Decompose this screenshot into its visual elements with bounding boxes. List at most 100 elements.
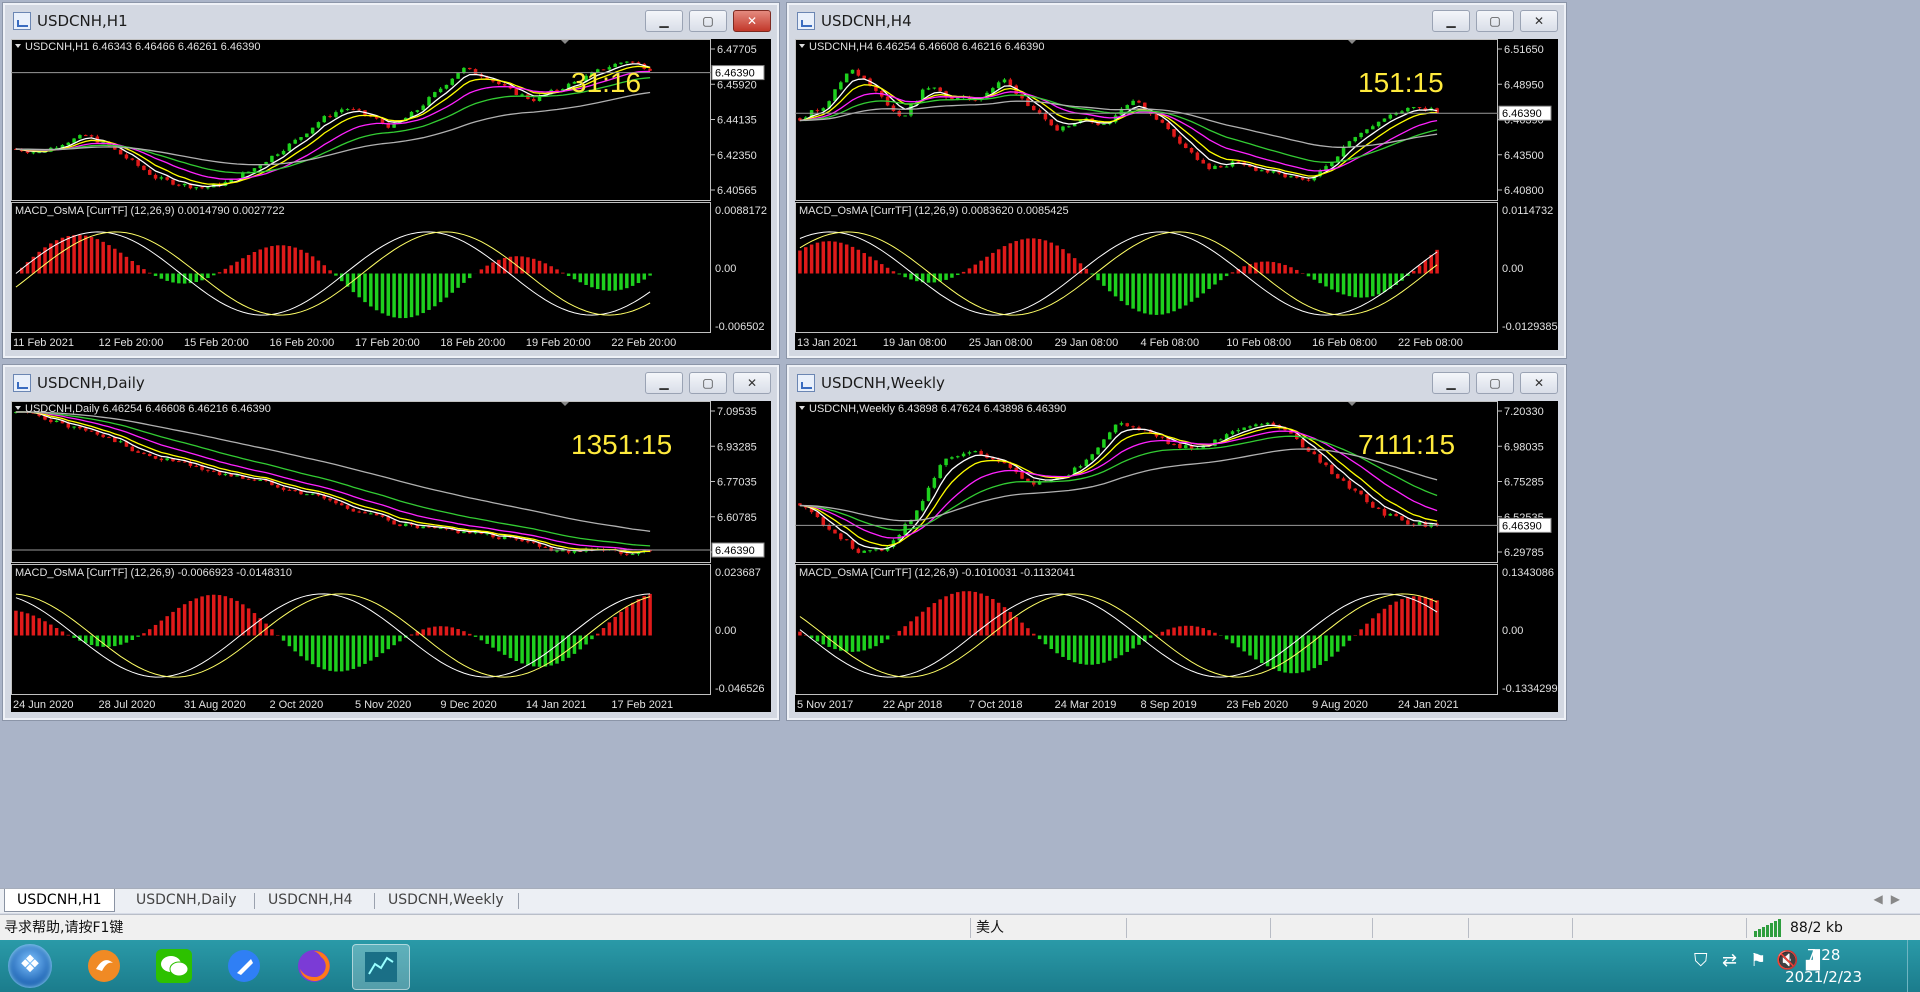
candle-body (1008, 79, 1013, 86)
status-divider (1572, 918, 1573, 938)
candle-body (1347, 480, 1352, 489)
candle-body (206, 469, 210, 471)
price-tick-label: 6.51650 (1504, 44, 1544, 56)
close-button[interactable]: ✕ (733, 372, 771, 394)
shield-icon[interactable]: ⛉ (1694, 950, 1708, 971)
status-bar: 寻求帮助,请按F1键 美人 88/2 kb (0, 914, 1920, 941)
window-titlebar[interactable]: USDCNH,H1 ▁ ▢ ✕ (5, 5, 777, 37)
candle-body (345, 505, 350, 509)
macd-label: MACD_OsMA [CurrTF] (12,26,9) 0.0014790 0… (15, 205, 285, 217)
price-tick-label: 7.20330 (1504, 406, 1544, 418)
status-divider (1746, 918, 1747, 938)
show-desktop-button[interactable] (1907, 940, 1920, 992)
connection-bars-icon (1754, 918, 1784, 938)
time-tick-label: 14 Jan 2021 (526, 699, 587, 711)
chart-area[interactable]: 7.20330 6.98035 6.75285 6.52535 6.29785 6.463… (795, 401, 1558, 712)
price-tick-label: 6.44135 (717, 115, 757, 127)
time-tick-label: 17 Feb 2021 (611, 699, 673, 711)
chart-svg[interactable]: 6.47705 6.45920 6.44135 6.42350 6.40565 6.463… (11, 39, 771, 350)
candle-body (165, 177, 169, 180)
candle-body (1183, 445, 1188, 448)
moving-average-line (15, 70, 651, 180)
chart-area[interactable]: 6.516506.489506.463906.435006.408006.463… (795, 39, 1558, 350)
maximize-button[interactable]: ▢ (689, 10, 727, 32)
close-button[interactable]: ✕ (1520, 10, 1558, 32)
candle-body (101, 434, 105, 438)
time-tick-label: 18 Feb 20:00 (440, 337, 505, 349)
chart-window-daily[interactable]: USDCNH,Daily ▁ ▢ ✕ 7.09535 6.93285 6.77035… (2, 364, 780, 721)
window-titlebar[interactable]: USDCNH,H4 ▁ ▢ ✕ (789, 5, 1564, 37)
candle-body (961, 453, 966, 457)
maximize-button[interactable]: ▢ (1476, 10, 1514, 32)
candle-body (1154, 114, 1159, 120)
chart-window-weekly[interactable]: USDCNH,Weekly ▁ ▢ ✕ 7.20330 6.98035 6.7528… (786, 364, 1567, 721)
candle-countdown: 7111:15 (1358, 429, 1455, 460)
tab-usdcnh-h1[interactable]: USDCNH,H1 (4, 889, 115, 912)
candle-body (89, 430, 94, 432)
window-titlebar[interactable]: USDCNH,Daily ▁ ▢ ✕ (5, 367, 777, 399)
chart-window-icon (13, 12, 31, 30)
chart-window-h1[interactable]: USDCNH,H1 ▁ ▢ ✕ 6.47705 6.45920 6.44135 6.4… (2, 2, 780, 359)
app-orange-icon[interactable] (76, 944, 132, 988)
candle-body (967, 452, 972, 454)
macd-panel-frame (795, 564, 1498, 695)
candle-body (1318, 454, 1322, 463)
tab-usdcnh-daily[interactable]: USDCNH,Daily (124, 889, 249, 911)
time-tick-label: 4 Feb 08:00 (1140, 337, 1199, 349)
status-profile: 美人 (976, 920, 1004, 936)
minimize-button[interactable]: ▁ (645, 372, 683, 394)
maximize-button[interactable]: ▢ (689, 372, 727, 394)
tab-usdcnh-weekly[interactable]: USDCNH,Weekly (376, 889, 516, 911)
macd-tick-label: 0.00 (1502, 625, 1523, 637)
candle-body (821, 108, 826, 111)
wechat-icon[interactable] (146, 944, 202, 988)
dropdown-arrow-icon (799, 44, 805, 48)
minimize-button[interactable]: ▁ (1432, 10, 1470, 32)
chart-svg[interactable]: 7.095356.932856.770356.607856.445356.463… (11, 401, 771, 712)
time-tick-label: 11 Feb 2021 (13, 337, 74, 349)
candle-body (874, 549, 878, 551)
price-tick-label: 6.43500 (1504, 150, 1544, 162)
candle-body (1160, 436, 1165, 438)
tab-usdcnh-h4[interactable]: USDCNH,H4 (256, 889, 365, 911)
firefox-icon[interactable] (286, 944, 342, 988)
candle-body (305, 133, 309, 138)
shift-marker-icon (561, 402, 569, 406)
time-tick-label: 16 Feb 20:00 (269, 337, 334, 349)
window-titlebar[interactable]: USDCNH,Weekly ▁ ▢ ✕ (789, 367, 1564, 399)
candle-body (415, 110, 420, 112)
candle-body (1219, 439, 1223, 441)
status-divider (970, 918, 971, 938)
candle-body (1388, 513, 1393, 516)
candle-body (1236, 429, 1241, 432)
chart-svg[interactable]: 6.516506.489506.463906.435006.408006.463… (795, 39, 1558, 350)
chart-svg[interactable]: 7.203306.980356.752856.525356.297856.463… (795, 401, 1558, 712)
candle-body (299, 137, 303, 140)
time-tick-label: 5 Nov 2017 (797, 699, 853, 711)
minimize-button[interactable]: ▁ (645, 10, 683, 32)
status-divider (1372, 918, 1373, 938)
moving-average-line (799, 91, 1438, 172)
candle-body (1259, 170, 1264, 172)
candle-body (1242, 427, 1246, 430)
maximize-button[interactable]: ▢ (1476, 372, 1514, 394)
tab-scroll-arrows-icon[interactable]: ◀▶ (1874, 892, 1908, 906)
feishu-icon[interactable] (216, 944, 272, 988)
chart-window-h4[interactable]: USDCNH,H4 ▁ ▢ ✕ 6.51650 6.48950 6.46390 6.4… (786, 2, 1567, 359)
system-clock[interactable]: 7:28 2021/2/23 (1785, 944, 1862, 988)
close-button[interactable]: ✕ (733, 10, 771, 32)
mt4-terminal-icon[interactable] (352, 944, 410, 990)
macd-signal-line (799, 231, 1438, 316)
candle-body (1113, 424, 1118, 433)
price-tick-label: 6.40565 (717, 185, 757, 197)
chart-area[interactable]: 6.47705 6.45920 6.44135 6.42350 6.40565 6.463… (11, 39, 771, 350)
flag-icon[interactable]: ⚑ (1750, 950, 1766, 971)
windows-start-icon[interactable] (8, 944, 52, 988)
close-button[interactable]: ✕ (1520, 372, 1558, 394)
minimize-button[interactable]: ▁ (1432, 372, 1470, 394)
traffic-text: 88/2 kb (1790, 920, 1843, 936)
time-tick-label: 9 Dec 2020 (440, 699, 496, 711)
chart-area[interactable]: 7.095356.932856.770356.607856.445356.463… (11, 401, 771, 712)
network-tray-icon[interactable]: ⇄ (1722, 950, 1737, 971)
candle-body (979, 451, 983, 455)
